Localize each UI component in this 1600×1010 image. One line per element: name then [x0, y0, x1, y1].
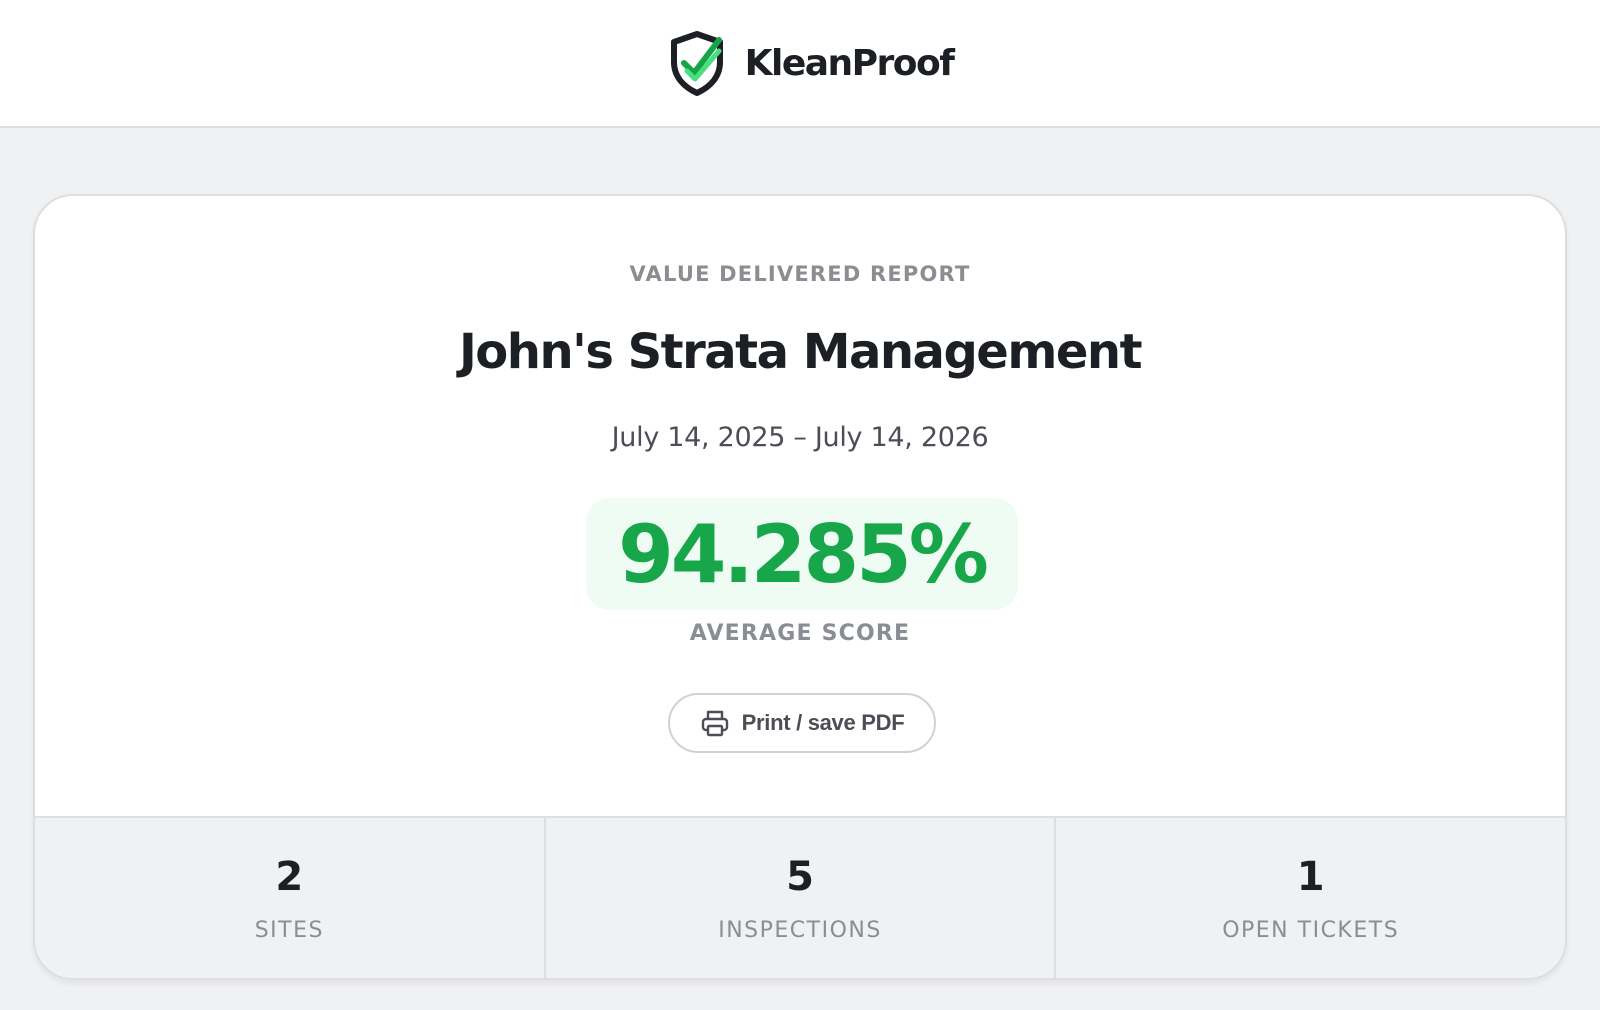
date-range: July 14, 2025 – July 14, 2026	[611, 422, 989, 453]
printer-icon	[701, 710, 728, 737]
stat-label: OPEN TICKETS	[1222, 918, 1400, 943]
page-title: John's Strata Management	[458, 324, 1143, 380]
report-card: VALUE DELIVERED REPORT John's Strata Man…	[33, 194, 1567, 980]
stat-value: 2	[275, 854, 304, 900]
shield-check-icon	[670, 31, 723, 96]
stat-value: 5	[786, 854, 814, 900]
average-score-label: AVERAGE SCORE	[689, 621, 911, 646]
stat-open-tickets: 1 OPEN TICKETS	[1056, 818, 1565, 978]
brand-name: KleanProof	[744, 42, 955, 84]
report-summary: VALUE DELIVERED REPORT John's Strata Man…	[35, 196, 1565, 816]
average-score-value: 94.285%	[618, 507, 989, 601]
stats-row: 2 SITES 5 INSPECTIONS 1 OPEN TICKETS	[35, 816, 1565, 978]
top-bar: KleanProof	[0, 0, 1600, 128]
report-eyebrow: VALUE DELIVERED REPORT	[629, 262, 971, 286]
print-button-label: Print / save PDF	[741, 710, 905, 735]
stat-inspections: 5 INSPECTIONS	[546, 818, 1057, 978]
stat-value: 1	[1296, 854, 1325, 900]
brand[interactable]: KleanProof	[667, 30, 955, 96]
print-save-pdf-button[interactable]: Print / save PDF	[668, 693, 936, 753]
stat-label: SITES	[254, 918, 324, 943]
average-score-badge: 94.285%	[586, 498, 1018, 610]
stat-sites: 2 SITES	[35, 818, 546, 978]
stat-label: INSPECTIONS	[718, 918, 882, 943]
